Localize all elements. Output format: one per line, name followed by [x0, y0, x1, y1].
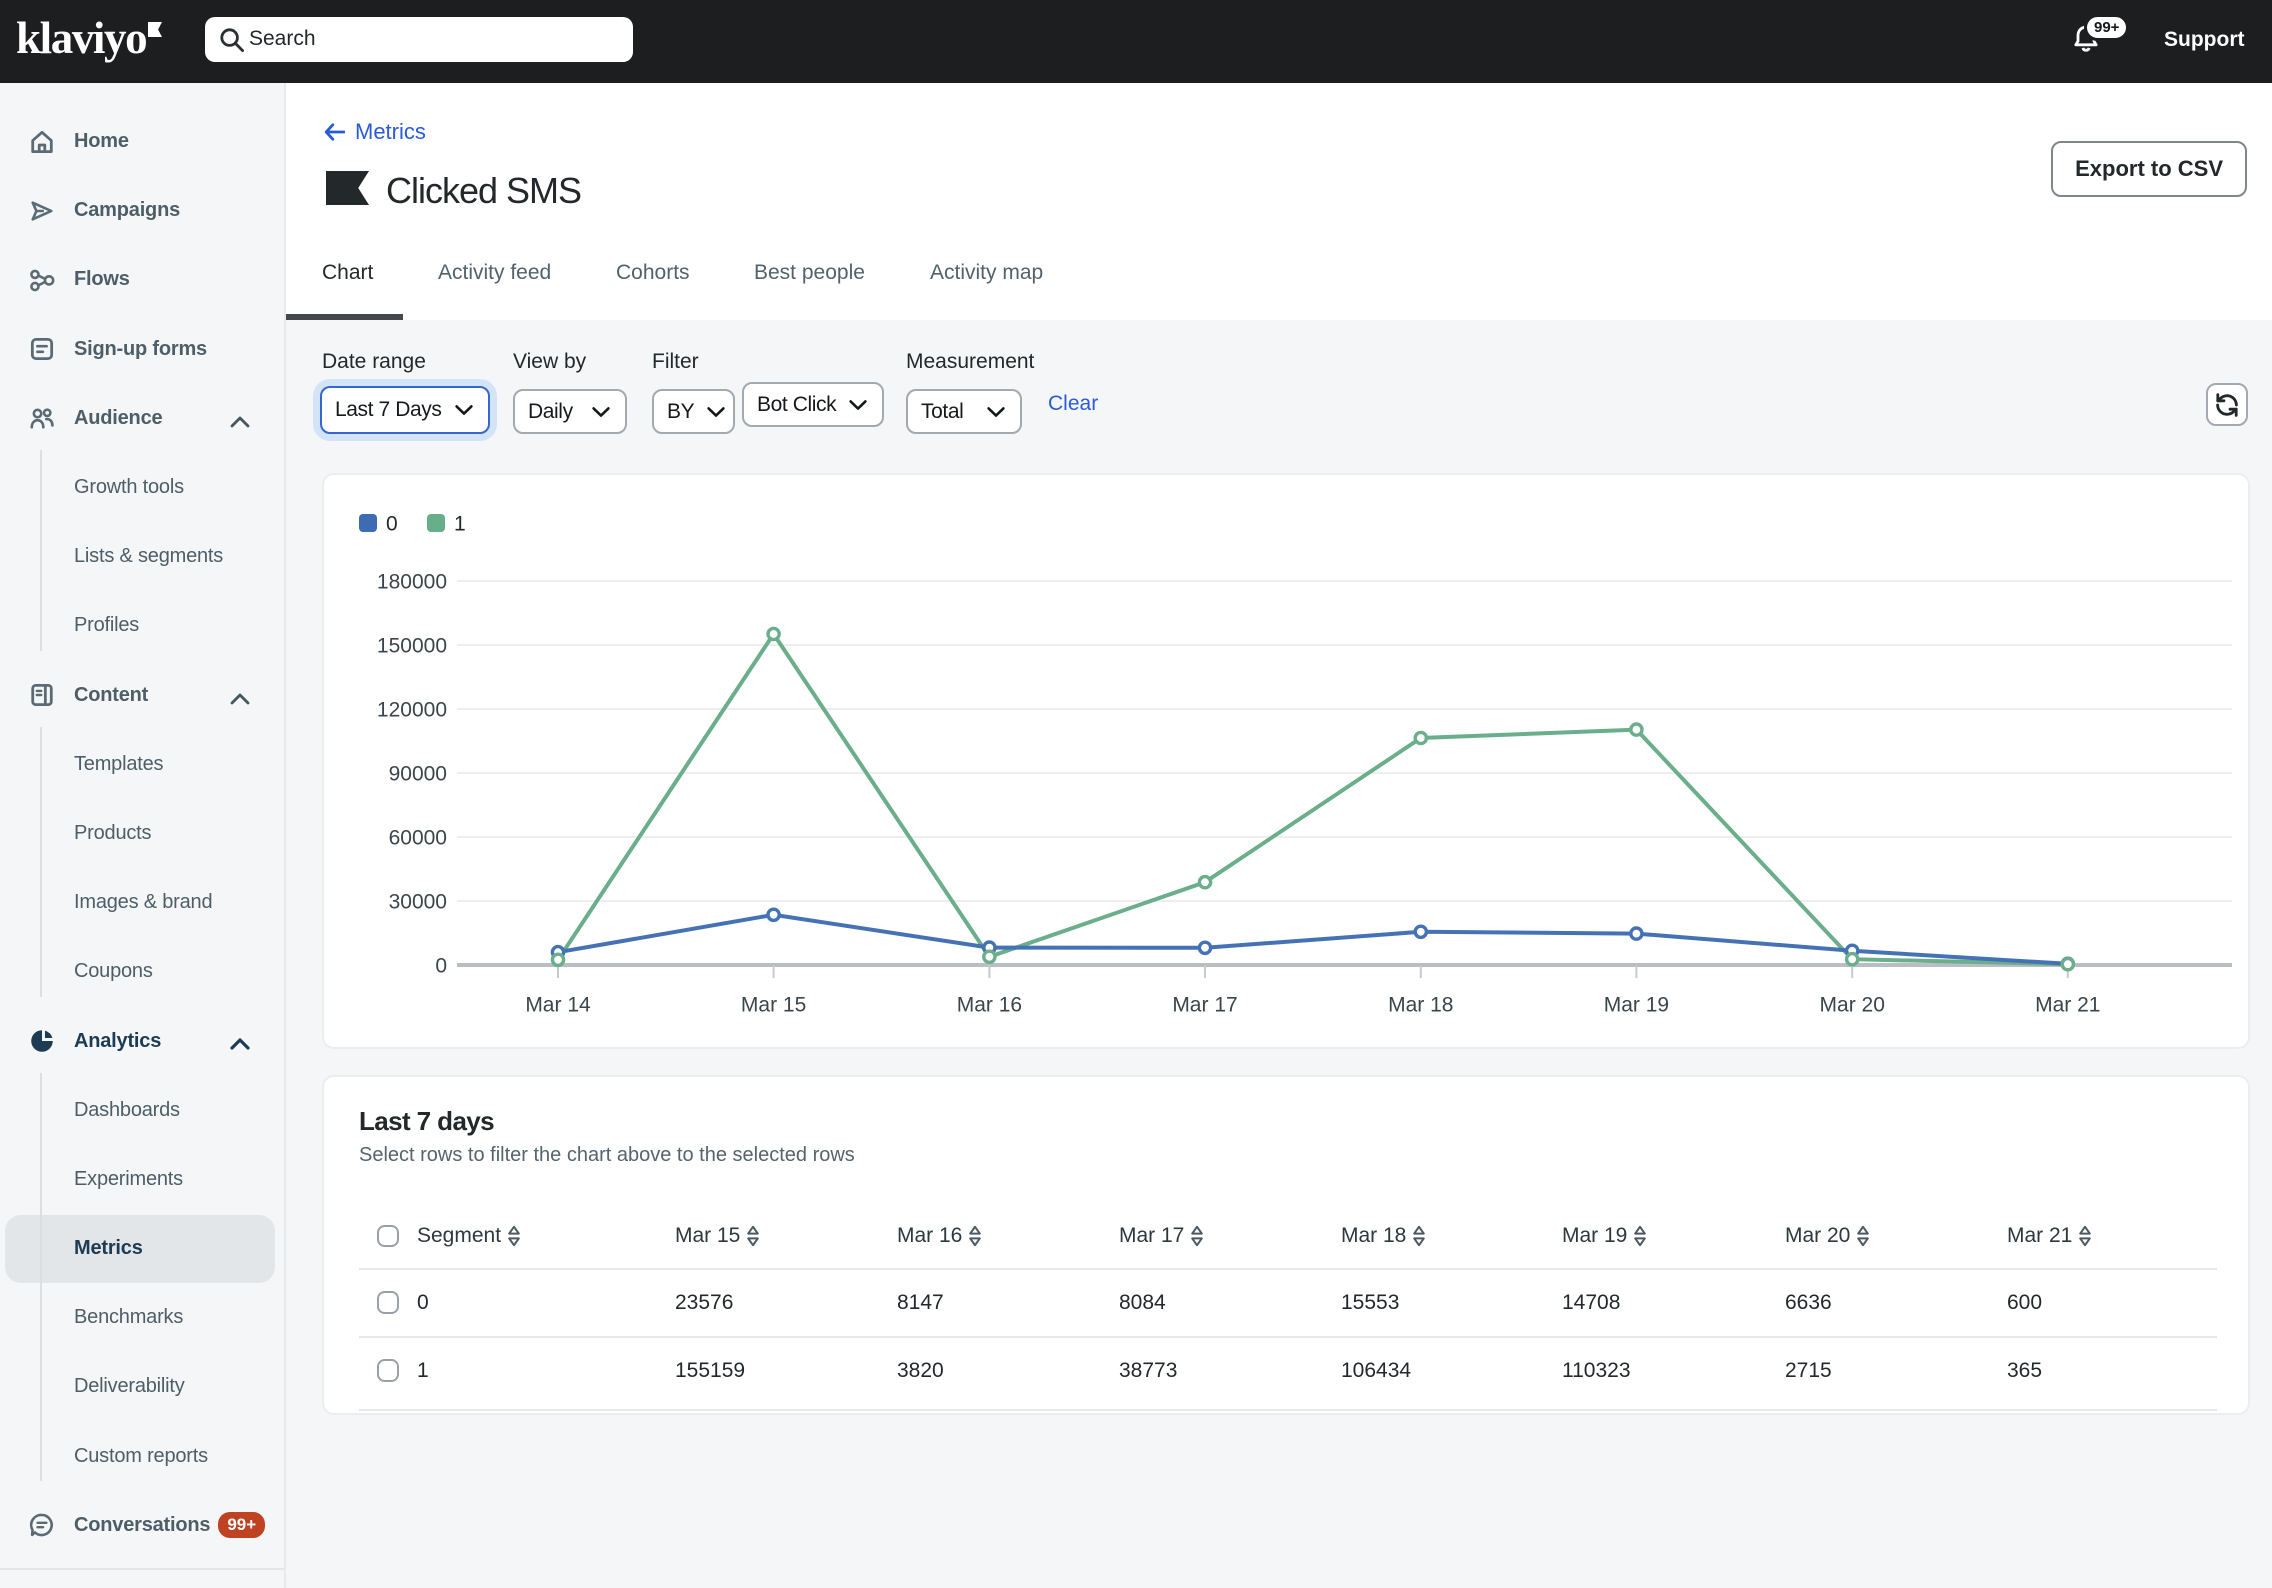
svg-text:180000: 180000 — [377, 570, 447, 593]
svg-text:120000: 120000 — [377, 698, 447, 721]
svg-text:60000: 60000 — [389, 826, 447, 849]
svg-text:Mar 21: Mar 21 — [2035, 993, 2100, 1016]
svg-text:Mar 14: Mar 14 — [525, 993, 591, 1016]
svg-text:Mar 17: Mar 17 — [1172, 993, 1237, 1016]
svg-text:Mar 16: Mar 16 — [957, 993, 1022, 1016]
svg-text:Mar 19: Mar 19 — [1604, 993, 1669, 1016]
svg-text:Mar 18: Mar 18 — [1388, 993, 1453, 1016]
svg-text:Mar 20: Mar 20 — [1820, 993, 1885, 1016]
svg-text:150000: 150000 — [377, 634, 447, 657]
svg-text:Mar 15: Mar 15 — [741, 993, 806, 1016]
svg-text:90000: 90000 — [389, 762, 447, 785]
svg-text:30000: 30000 — [389, 890, 447, 913]
svg-text:1: 1 — [454, 512, 466, 535]
svg-text:0: 0 — [435, 954, 447, 977]
svg-text:0: 0 — [386, 512, 398, 535]
